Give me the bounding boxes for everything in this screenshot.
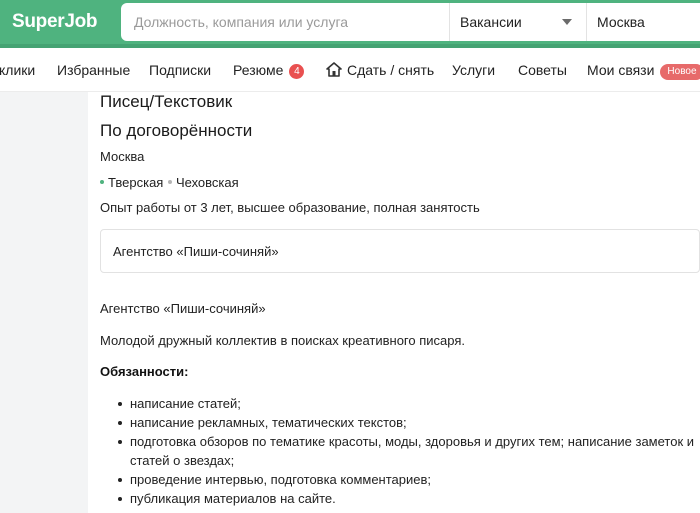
nav-item-label: Избранные xyxy=(57,62,131,78)
company-name[interactable]: Агентство «Пиши-сочиняй» xyxy=(113,244,279,259)
nav-item-label: Услуги xyxy=(452,62,496,78)
nav-item-label: клики xyxy=(0,62,36,78)
nav-item-responses[interactable]: клики xyxy=(0,48,35,92)
house-icon xyxy=(326,62,342,77)
metro-line-dot xyxy=(167,180,172,184)
top-header: SuperJob Вакансии Москва xyxy=(0,0,700,44)
nav-item-label: Сдать / снять xyxy=(347,62,435,78)
company-card[interactable]: Агентство «Пиши-сочиняй» xyxy=(100,229,700,273)
list-item: написание статей; xyxy=(118,394,698,413)
nav-item-resume[interactable]: Резюме 4 xyxy=(233,48,305,92)
nav-item-favorites[interactable]: Избранные xyxy=(57,48,130,92)
vacancy-requirements: Опыт работы от 3 лет, высшее образование… xyxy=(100,200,480,215)
metro-station[interactable]: Чеховская xyxy=(176,175,239,190)
nav-item-label: Мои связи xyxy=(587,62,655,78)
vacancy-title: Писец/Текстовик xyxy=(100,92,233,111)
duties-list: написание статей; написание рекламных, т… xyxy=(118,394,698,508)
vacancy-city: Москва xyxy=(100,149,145,164)
chevron-down-icon xyxy=(562,19,572,25)
city-input[interactable]: Москва xyxy=(587,3,700,41)
search-bar: Вакансии Москва xyxy=(121,3,700,41)
search-input[interactable] xyxy=(121,3,449,41)
nav-item-label: Подписки xyxy=(149,62,212,78)
nav-item-subscriptions[interactable]: Подписки xyxy=(149,48,211,92)
nav-item-tips[interactable]: Советы xyxy=(518,48,567,92)
description-intro: Молодой дружный коллектив в поисках креа… xyxy=(100,333,465,348)
vacancy-content: Писец/Текстовик По договорённости Москва… xyxy=(88,92,700,513)
list-item: написание рекламных, тематических тексто… xyxy=(118,413,698,432)
new-badge: Новое xyxy=(660,64,700,80)
list-item: подготовка обзоров по тематике красоты, … xyxy=(118,432,698,470)
duties-heading: Обязанности: xyxy=(100,364,189,379)
resume-count-badge: 4 xyxy=(289,64,305,79)
metro-line-dot xyxy=(100,180,104,184)
metro-station[interactable]: Тверская xyxy=(108,175,163,190)
left-sidebar xyxy=(0,92,88,513)
nav-item-label: Резюме xyxy=(233,62,284,78)
description-company: Агентство «Пиши-сочиняй» xyxy=(100,301,266,316)
vacancy-salary: По договорённости xyxy=(100,121,253,140)
nav-item-label: Советы xyxy=(518,62,567,78)
nav-item-services[interactable]: Услуги xyxy=(452,48,495,92)
superjob-logo[interactable]: SuperJob xyxy=(12,9,98,35)
list-item: публикация материалов на сайте. xyxy=(118,489,698,508)
vacancy-type-select[interactable]: Вакансии xyxy=(450,3,586,41)
nav-item-rent[interactable]: Сдать / снять xyxy=(326,48,434,92)
nav-item-connections[interactable]: Мои связи Новое xyxy=(587,48,700,92)
metro-stations: Тверская Чеховская xyxy=(100,175,239,191)
main-nav: клики Избранные Подписки Резюме 4 Сдать /… xyxy=(0,48,700,92)
vacancy-type-label: Вакансии xyxy=(460,14,522,30)
list-item: проведение интервью, подготовка коммента… xyxy=(118,470,698,489)
